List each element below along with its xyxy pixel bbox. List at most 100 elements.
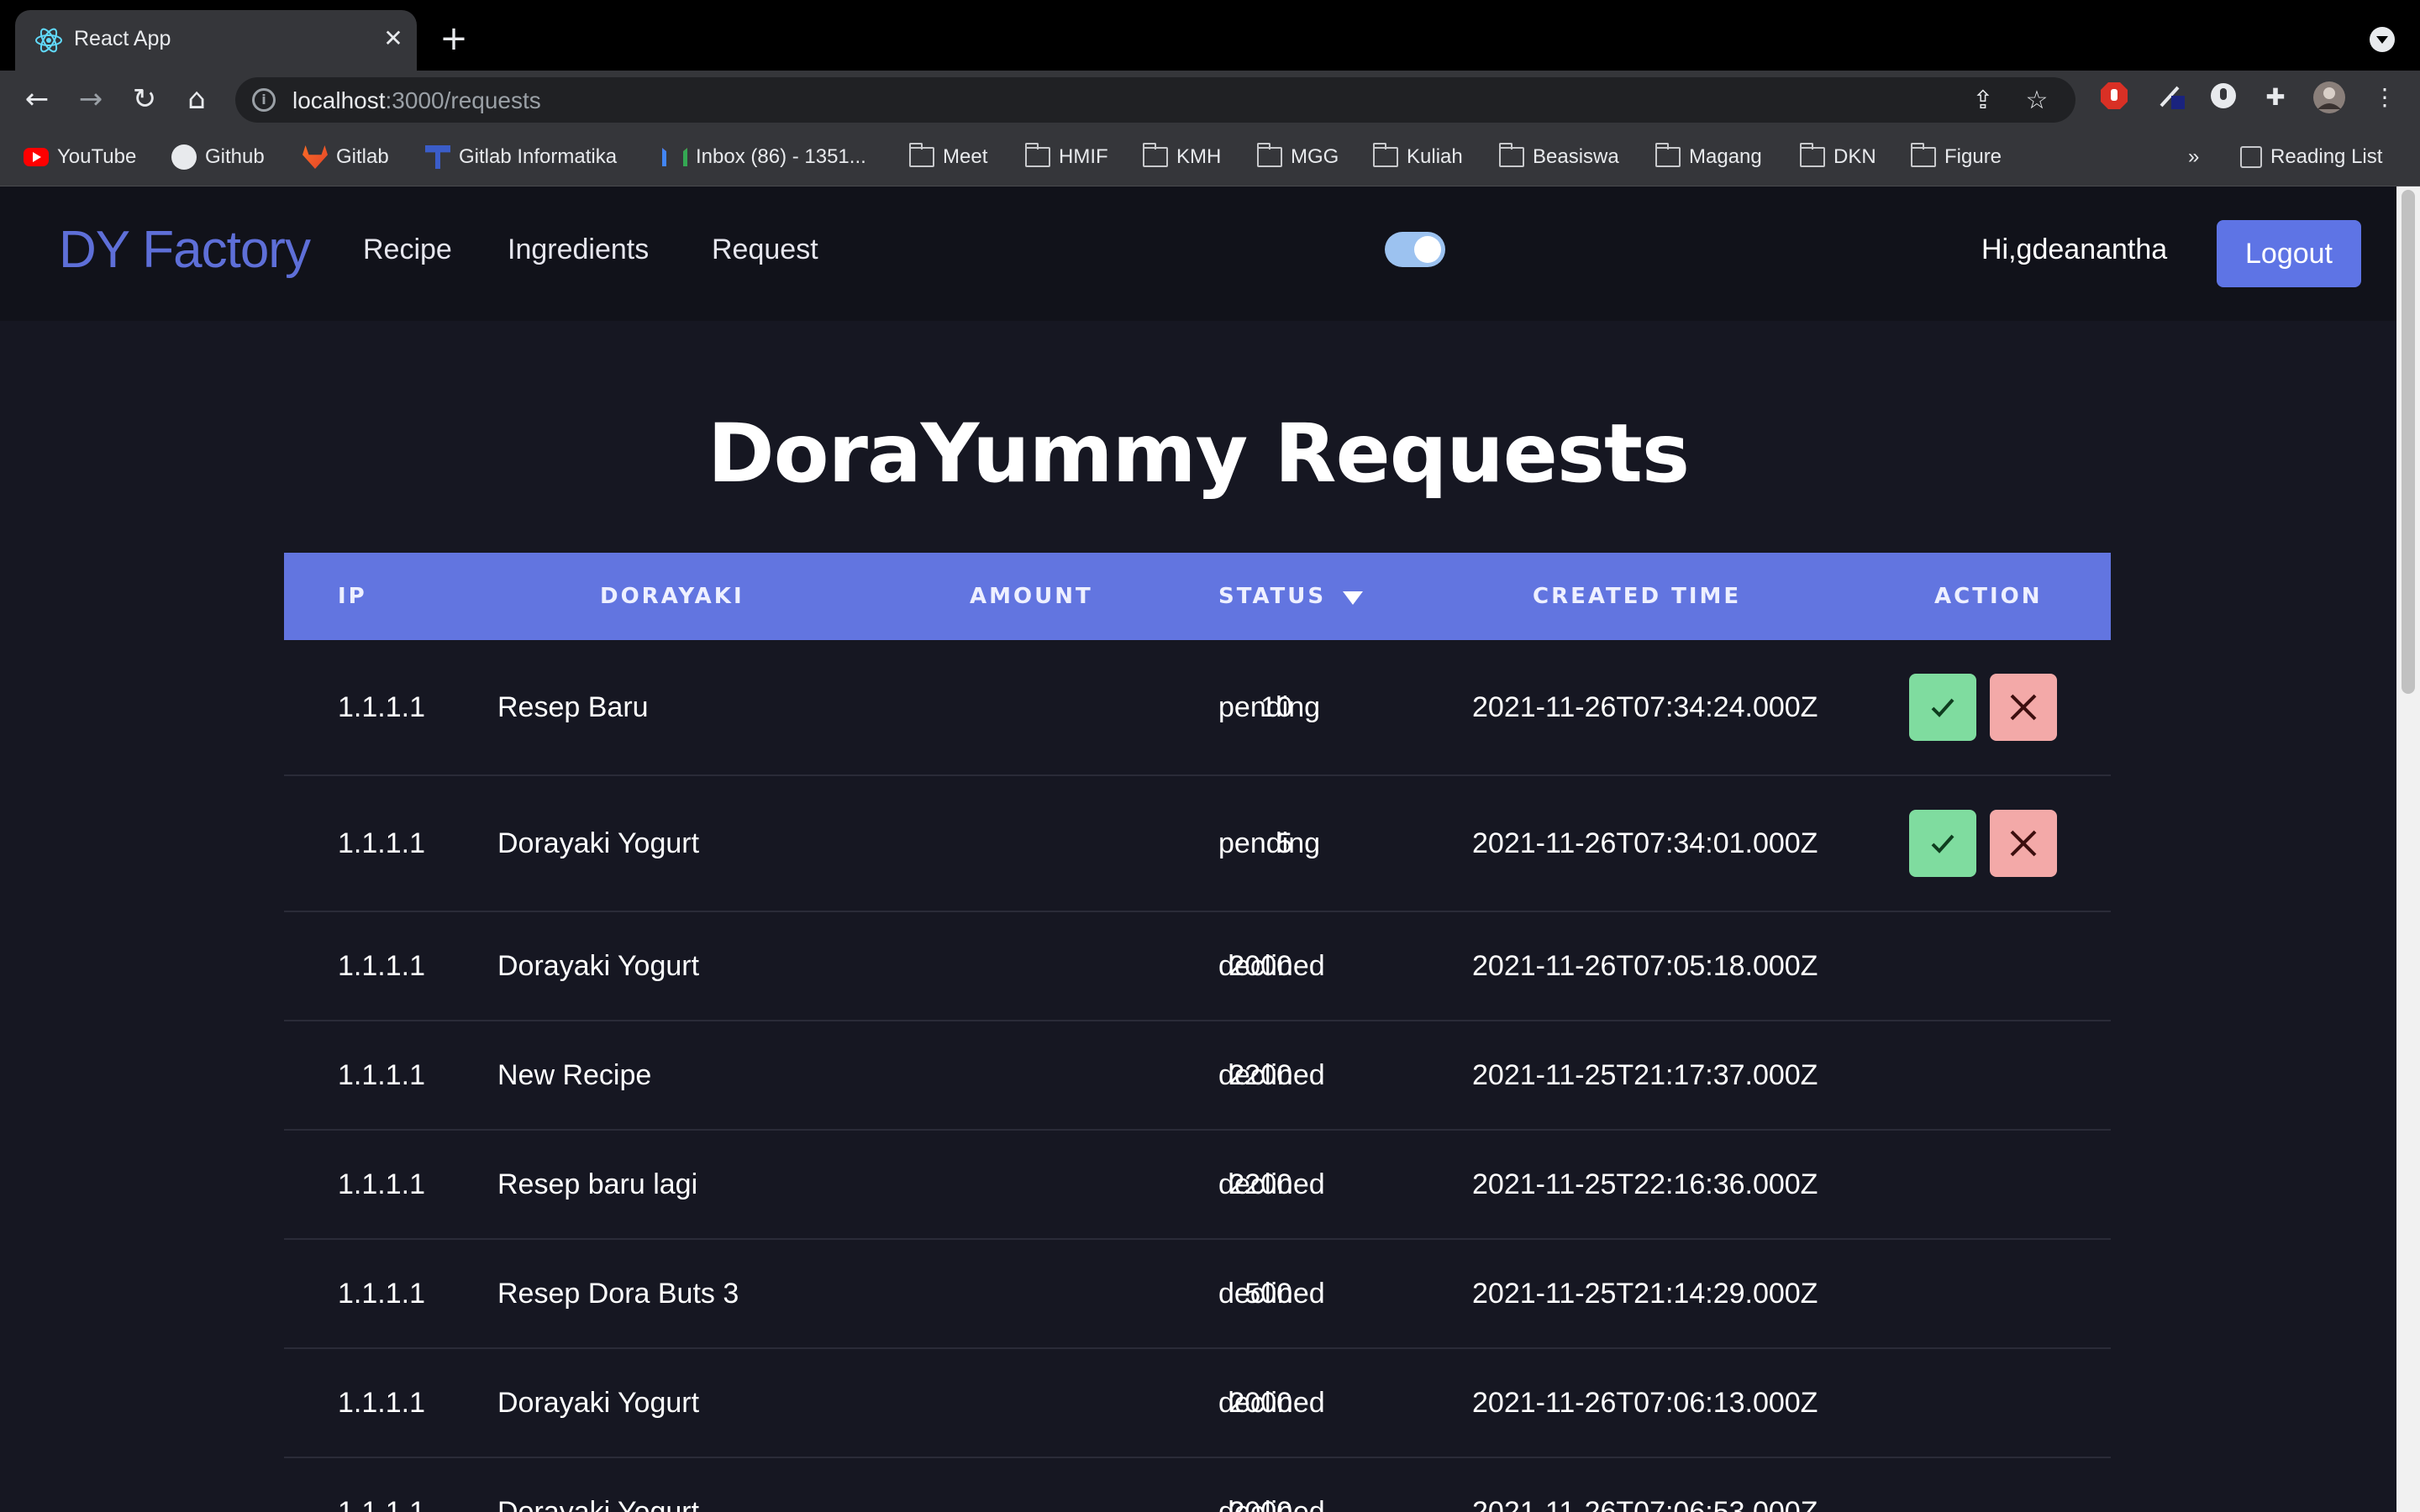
bookmark-gmail[interactable]: Inbox (86) - 1351... [662,143,866,171]
new-tab-icon[interactable]: + [437,22,471,55]
bookmarks-overflow-icon[interactable]: » [2188,143,2199,171]
forward-icon[interactable]: → [71,79,111,119]
browser-menu-icon[interactable]: ⋮ [2368,81,2402,114]
browser-chrome: React App ✕ + ← → ↻ ⌂ i localhost:3000/r… [0,0,2420,186]
table-row: 1.1.1.1 Dorayaki Yogurt 2000 declined 2021-1… [284,1458,2111,1512]
bookmark-label: Beasiswa [1533,145,1619,168]
bookmark-folder-magang[interactable]: Magang [1655,143,1762,171]
nav-link-recipe[interactable]: Recipe [363,234,452,266]
check-icon [1928,693,1957,722]
bookmark-label: MGG [1291,145,1339,168]
youtube-icon [24,148,49,166]
profile-avatar[interactable] [2312,81,2346,114]
react-icon [35,28,62,53]
tab-strip: React App ✕ + [0,0,2420,71]
cell-status: declined [1218,1168,1325,1200]
logout-button[interactable]: Logout [2217,220,2361,287]
cell-dorayaki: Dorayaki Yogurt [497,1495,700,1512]
sort-down-icon[interactable] [1343,591,1363,605]
accept-request-button[interactable] [1909,810,1976,877]
cell-dorayaki: Resep baru lagi [497,1168,698,1200]
column-header-created-time: CREATED TIME [1533,584,1742,609]
bookmark-folder-mgg[interactable]: MGG [1257,143,1339,171]
cell-created-time: 2021-11-26T07:06:13.000Z [1472,1386,1818,1419]
cell-status: declined [1218,949,1325,982]
back-icon[interactable]: ← [17,79,57,119]
user-greeting: Hi,gdeanantha [1981,234,2168,265]
bookmark-gitlab[interactable]: Gitlab [302,143,389,171]
cell-ip: 1.1.1.1 [338,1495,425,1512]
tab-react-app[interactable]: React App ✕ [15,10,417,71]
page-title: DoraYummy Requests [707,407,1690,501]
column-header-dorayaki: DORAYAKI [600,584,744,609]
bookmark-youtube[interactable]: YouTube [24,143,136,171]
adblock-extension-icon[interactable] [2097,81,2131,114]
bookmark-label: Gitlab [336,145,389,168]
cell-created-time: 2021-11-26T07:34:01.000Z [1472,827,1818,859]
bookmark-folder-figure[interactable]: Figure [1911,143,2002,171]
bookmark-github[interactable]: Github [171,143,265,171]
bookmark-folder-kmh[interactable]: KMH [1143,143,1221,171]
color-picker-extension-icon[interactable] [2154,81,2188,114]
bookmark-label: Magang [1689,145,1762,168]
cell-ip: 1.1.1.1 [338,949,425,982]
accept-request-button[interactable] [1909,674,1976,741]
address-bar[interactable]: i localhost:3000/requests ⇪ ☆ [235,77,2075,123]
theme-toggle[interactable] [1385,232,1445,267]
cell-ip: 1.1.1.1 [338,1058,425,1091]
cell-status: pending [1218,827,1321,859]
cell-created-time: 2021-11-26T07:34:24.000Z [1472,690,1818,723]
column-header-status[interactable]: STATUS [1218,553,1326,640]
brand-logo[interactable]: DY Factory [59,220,311,280]
table-row: 1.1.1.1 Resep Baru 10 pending 2021-11-26T07:… [284,640,2111,776]
bookmark-folder-hmif[interactable]: HMIF [1025,143,1108,171]
table-row: 1.1.1.1 Resep baru lagi 2200 declined 2021-1… [284,1131,2111,1240]
reading-list[interactable]: Reading List [2240,143,2382,171]
bookmark-label: HMIF [1059,145,1108,168]
table-row: 1.1.1.1 Resep Dora Buts 3 500 declined 2021-… [284,1240,2111,1349]
site-info-icon[interactable]: i [252,88,276,112]
folder-icon [1911,143,1936,167]
cell-ip: 1.1.1.1 [338,1277,425,1310]
tab-search-icon[interactable] [2370,27,2395,52]
url-text[interactable]: localhost:3000/requests [292,87,541,114]
reading-list-label: Reading List [2270,145,2383,168]
cell-ip: 1.1.1.1 [338,827,425,859]
bookmark-folder-beasiswa[interactable]: Beasiswa [1499,143,1619,171]
close-tab-icon[interactable]: ✕ [376,22,410,55]
share-icon[interactable]: ⇪ [1966,84,2000,118]
url-path: :3000/requests [385,87,541,113]
gitlab-icon [302,145,328,169]
column-header-ip: IP [338,584,367,609]
scrollbar-thumb[interactable] [2402,190,2415,694]
check-icon [1928,829,1957,858]
bookmark-folder-dkn[interactable]: DKN [1800,143,1876,171]
folder-icon [1800,143,1825,167]
nav-link-request[interactable]: Request [712,234,818,266]
extensions-puzzle-icon[interactable]: ✚ [2259,81,2292,114]
cell-created-time: 2021-11-25T21:17:37.000Z [1472,1058,1818,1091]
nav-link-ingredients[interactable]: Ingredients [508,234,649,266]
folder-icon [1499,143,1524,167]
bookmark-gitlab-informatika[interactable]: Gitlab Informatika [425,143,617,171]
cell-dorayaki: Dorayaki Yogurt [497,827,700,859]
bookmark-folder-kuliah[interactable]: Kuliah [1373,143,1463,171]
folder-icon [909,143,934,167]
bookmark-label: Meet [943,145,988,168]
voice-extension-icon[interactable] [2207,81,2240,114]
decline-request-button[interactable] [1990,674,2057,741]
cell-ip: 1.1.1.1 [338,1168,425,1200]
reload-icon[interactable]: ↻ [124,79,165,119]
home-icon[interactable]: ⌂ [176,79,217,119]
cell-created-time: 2021-11-25T22:16:36.000Z [1472,1168,1818,1200]
page-scrollbar[interactable] [2396,186,2420,1512]
bookmark-folder-meet[interactable]: Meet [909,143,987,171]
table-header: IP DORAYAKI AMOUNT STATUS CREATED TIME A… [284,553,2111,640]
bookmark-label: Github [205,145,265,168]
cell-created-time: 2021-11-26T07:05:18.000Z [1472,949,1818,982]
bookmark-star-icon[interactable]: ☆ [2020,84,2054,118]
decline-request-button[interactable] [1990,810,2057,877]
gmail-icon [662,148,687,166]
bookmark-label: DKN [1833,145,1876,168]
close-icon [2008,828,2039,858]
